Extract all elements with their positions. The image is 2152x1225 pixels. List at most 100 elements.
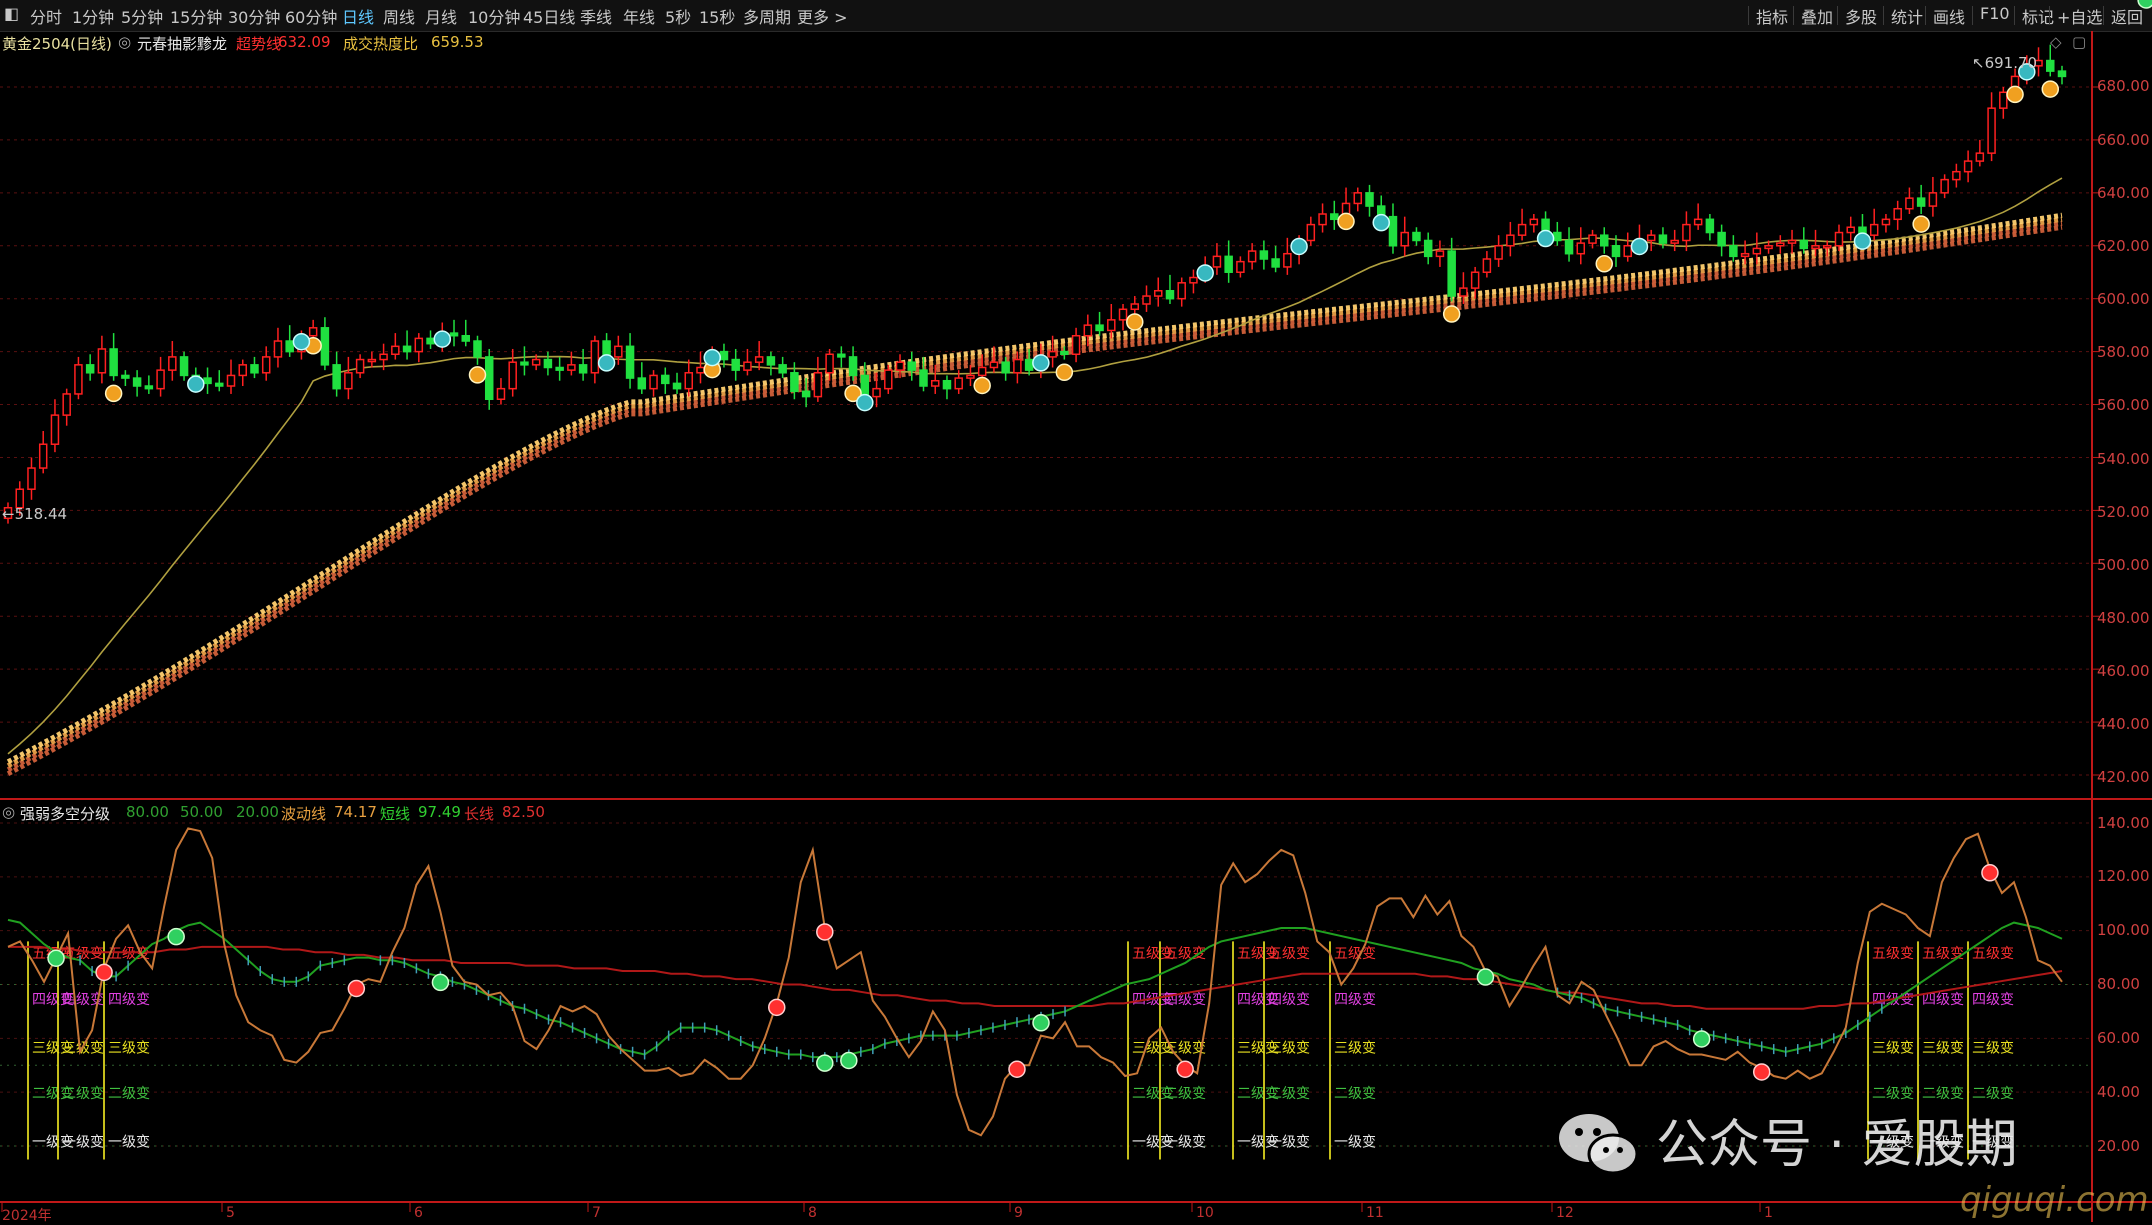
candle-body (1740, 252, 1750, 258)
candle-body (226, 374, 236, 387)
candle-body (1060, 350, 1069, 356)
grade-label: 一级变 (108, 1135, 150, 1151)
watermark-account: 公众号 · 爱股期 (1656, 1115, 2018, 1175)
candle-body (1224, 255, 1233, 273)
candle-body (273, 340, 283, 358)
x-tick: 2024年 (2, 1208, 52, 1224)
chart-canvas: 五级变四级变三级变二级变一级变 五级变四级变三级变二级变一级变 五级变四级变三级变二… (0, 0, 2152, 1222)
candle-body (1717, 231, 1726, 247)
candle-body (2046, 59, 2055, 72)
y-tick: 640.00 (2097, 184, 2150, 202)
candle-body (1165, 290, 1175, 300)
symbol-label[interactable]: 黄金2504(日线) (2, 33, 112, 54)
buy-signal-icon (1536, 229, 1555, 248)
candle-body (215, 382, 224, 387)
ma-value: 632.09 (278, 33, 331, 51)
indicator-settings-icon[interactable]: ◎ (118, 33, 131, 51)
candle-body (1564, 239, 1574, 255)
sub-settings-icon[interactable]: ◎ (2, 803, 15, 821)
green-signal-icon (431, 973, 450, 992)
short-label: 短线 (380, 805, 411, 823)
grade-label: 四级变 (1164, 992, 1206, 1008)
red-signal-icon (1981, 864, 1999, 882)
grade-label: 四级变 (108, 992, 150, 1008)
candle-body (578, 364, 588, 374)
candle-body (74, 364, 83, 395)
candle-body (1365, 192, 1374, 207)
candle-body (1353, 192, 1363, 205)
red-signal-icon (1008, 1060, 1026, 1078)
price-high-value: 691.70 (1984, 54, 2038, 72)
buy-signal-icon (703, 348, 721, 367)
x-tick: 10 (1196, 1205, 1214, 1221)
candle-body (919, 369, 928, 387)
candle-body (1412, 231, 1421, 242)
sub-title[interactable]: 强弱多空分级 (20, 803, 110, 824)
buy-signal-icon (597, 354, 616, 372)
candle-body (496, 387, 506, 400)
candle-body (1576, 242, 1586, 255)
candle-body (989, 361, 999, 369)
candle-body (308, 327, 318, 337)
candle-body (1271, 258, 1280, 268)
candle-body (1189, 276, 1198, 284)
candle-body (672, 382, 682, 390)
chart-options-icon[interactable]: ◇ (2050, 33, 2062, 51)
wave-label: 波动线 (281, 805, 327, 823)
candle-body (1905, 197, 1914, 210)
buy-signal-icon (1290, 237, 1308, 256)
grade-label: 五级变 (1922, 946, 1964, 962)
candle-body (1517, 223, 1527, 236)
grade-label: 二级变 (1972, 1086, 2014, 1102)
candle-body (1071, 334, 1081, 356)
buy-signal-icon (1032, 354, 1050, 372)
candle-body (1869, 223, 1879, 236)
candle-body (1318, 213, 1327, 226)
candle-body (1153, 290, 1163, 297)
grade-label: 五级变 (1872, 946, 1914, 962)
buy-signal-icon (1196, 264, 1214, 282)
candle-body (1928, 192, 1938, 207)
candle-body (97, 348, 107, 374)
candle-body (1024, 358, 1034, 371)
long-label: 长线 (464, 805, 495, 823)
candle-body (801, 390, 811, 398)
candle-body (203, 377, 212, 385)
candle-body (1999, 91, 2008, 109)
wave-value: 74.17 (334, 803, 377, 821)
candle-body (625, 345, 635, 379)
candle-body (684, 372, 694, 390)
indicator-name[interactable]: 元春抽影黪龙 (137, 33, 227, 54)
candle-body (1975, 152, 1985, 162)
green-signal-icon (816, 1054, 834, 1072)
candle-body (1177, 282, 1186, 300)
grade-label: 四级变 (1334, 992, 1376, 1008)
buy-signal-icon (1372, 213, 1390, 232)
candle-body (1846, 226, 1855, 234)
green-signal-icon (2137, 0, 2152, 9)
candle-body (555, 366, 564, 371)
candle-body (1459, 287, 1468, 297)
grade-label: 四级变 (1972, 992, 2014, 1008)
candle-body (1600, 234, 1609, 247)
x-tick: 9 (1014, 1205, 1023, 1221)
candle-body (848, 356, 858, 377)
candle-body (1283, 252, 1292, 268)
candle-body (144, 385, 154, 390)
x-tick: 8 (808, 1205, 817, 1221)
green-signal-icon (1692, 1030, 1711, 1048)
y-tick: 460.00 (2097, 662, 2150, 680)
candle-body (813, 372, 823, 398)
sub-y-tick: 100.00 (2097, 921, 2150, 939)
candle-body (966, 374, 975, 379)
chart-window-icon[interactable]: ▢ (2072, 33, 2086, 51)
candle-body (1823, 245, 1832, 249)
candle-body (778, 364, 787, 374)
sub-y-tick: 20.00 (2097, 1137, 2140, 1155)
ma-line (7, 177, 2063, 755)
candle-body (977, 366, 987, 377)
candle-body (484, 356, 494, 400)
grade-label: 四级变 (1922, 992, 1964, 1008)
sell-signal-icon (1126, 313, 1144, 331)
sell-signal-icon (1442, 305, 1461, 323)
